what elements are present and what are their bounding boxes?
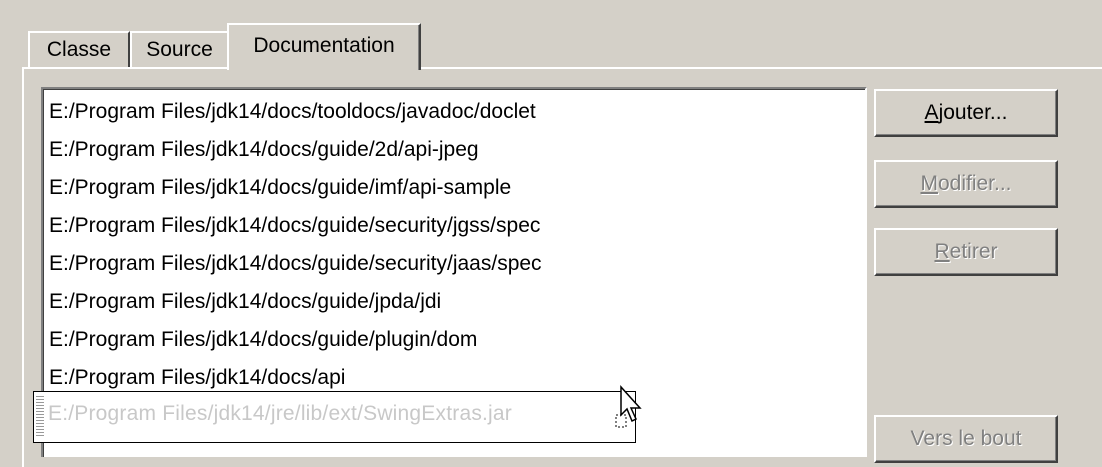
tab-documentation[interactable]: Documentation: [227, 23, 421, 70]
move-to-end-button[interactable]: Vers le bout: [874, 415, 1058, 463]
modify-button-label: odifier...: [937, 172, 1012, 195]
add-button-label: jouter...: [938, 101, 1008, 124]
drag-ghost-item[interactable]: E:/Program Files/jdk14/jre/lib/ext/Swing…: [33, 391, 636, 443]
list-item[interactable]: E:/Program Files/jdk14/docs/guide/securi…: [49, 245, 542, 283]
list-item[interactable]: E:/Program Files/jdk14/docs/guide/plugin…: [49, 321, 477, 359]
modify-button-mnemonic: M: [920, 172, 938, 195]
drag-cursor-icon: [615, 385, 642, 428]
tab-source[interactable]: Source: [130, 31, 229, 67]
list-item[interactable]: E:/Program Files/jdk14/docs/tooldocs/jav…: [49, 93, 536, 131]
remove-button[interactable]: Retirer: [874, 228, 1058, 276]
list-item[interactable]: E:/Program Files/jdk14/docs/guide/securi…: [49, 207, 540, 245]
list-item[interactable]: E:/Program Files/jdk14/docs/guide/2d/api…: [49, 131, 479, 169]
remove-button-label: etirer: [949, 240, 998, 263]
add-button[interactable]: Ajouter...: [874, 89, 1058, 137]
remove-button-mnemonic: R: [934, 240, 950, 263]
add-button-mnemonic: A: [924, 101, 939, 124]
modify-button[interactable]: Modifier...: [874, 160, 1058, 208]
list-item[interactable]: E:/Program Files/jdk14/docs/guide/jpda/j…: [49, 283, 441, 321]
list-item[interactable]: E:/Program Files/jdk14/docs/guide/imf/ap…: [49, 169, 511, 207]
tab-classe[interactable]: Classe: [28, 31, 130, 67]
